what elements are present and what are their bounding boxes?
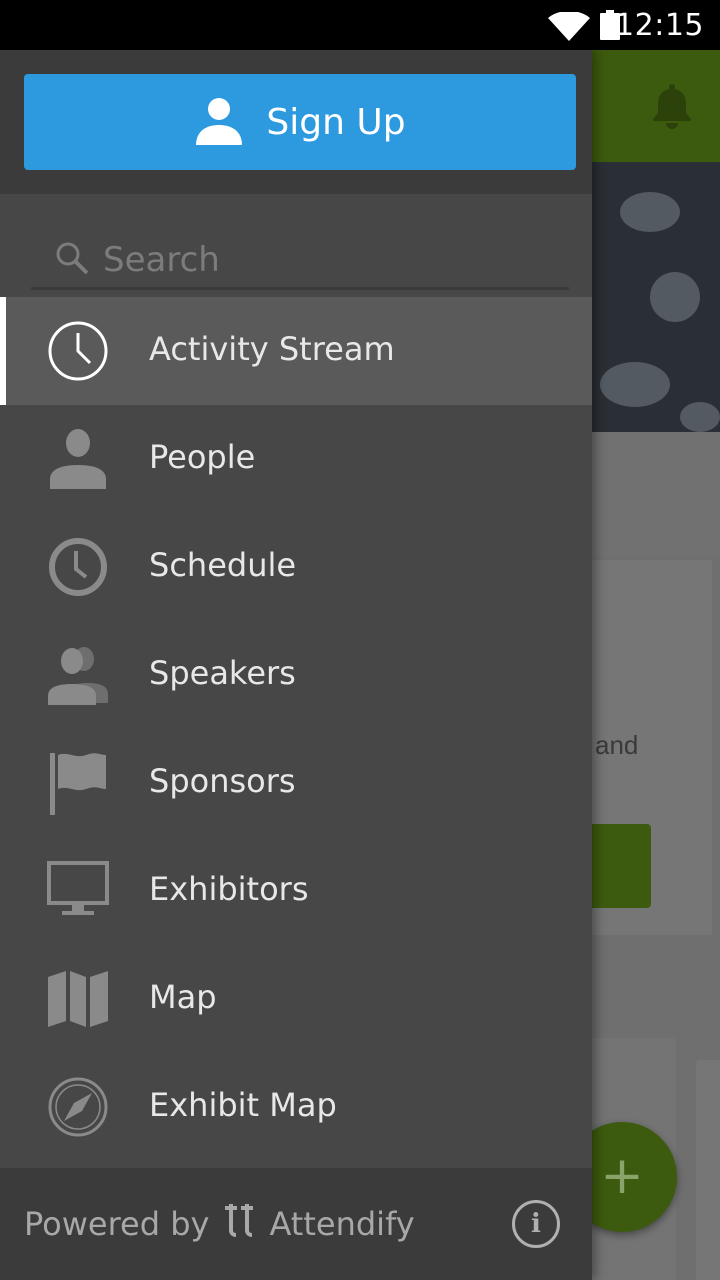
menu-label: Exhibitors — [149, 870, 309, 908]
sign-up-button[interactable]: Sign Up — [24, 74, 576, 170]
search-icon — [55, 241, 89, 279]
wifi-icon — [548, 11, 590, 46]
menu-item-exhibit-map[interactable]: Exhibit Map — [0, 1053, 592, 1161]
menu-item-exhibitors[interactable]: Exhibitors — [0, 837, 592, 945]
status-bar: 12:15 — [0, 0, 720, 50]
content-card-tertiary — [696, 1060, 720, 1280]
speakers-icon — [46, 643, 110, 707]
menu-item-speakers[interactable]: Speakers — [0, 621, 592, 729]
navigation-drawer: Sign Up Activity Stream People — [0, 50, 592, 1280]
powered-by-text: Powered by — [24, 1205, 210, 1243]
menu-item-map[interactable]: Map — [0, 945, 592, 1053]
menu-label: Speakers — [149, 654, 296, 692]
flag-icon — [46, 751, 110, 815]
search-input[interactable] — [103, 239, 543, 280]
menu-item-activity-stream[interactable]: Activity Stream — [0, 297, 592, 405]
notification-bell-icon[interactable] — [646, 80, 698, 136]
menu-item-people[interactable]: People — [0, 405, 592, 513]
menu-label: Exhibit Map — [149, 1086, 337, 1124]
powered-by-attendify[interactable]: Powered by Attendify — [24, 1202, 415, 1246]
compass-icon — [46, 1075, 110, 1139]
menu-label: People — [149, 438, 256, 476]
activity-clock-icon — [46, 319, 110, 383]
attendify-logo-icon — [221, 1202, 257, 1246]
menu-label: Map — [149, 978, 217, 1016]
sign-up-label: Sign Up — [266, 101, 406, 143]
menu-item-schedule[interactable]: Schedule — [0, 513, 592, 621]
menu-item-sponsors[interactable]: Sponsors — [0, 729, 592, 837]
drawer-menu: Activity Stream People Schedule Speakers… — [0, 297, 592, 1161]
menu-label: Activity Stream — [149, 330, 395, 368]
user-icon — [194, 95, 244, 149]
drawer-footer: Powered by Attendify i — [0, 1168, 592, 1280]
brand-name: Attendify — [269, 1205, 415, 1243]
clock-time: 12:15 — [615, 8, 704, 43]
card-partial-text: and — [595, 730, 639, 760]
map-icon — [46, 967, 110, 1031]
person-icon — [46, 427, 110, 491]
menu-label: Sponsors — [149, 762, 296, 800]
menu-label: Schedule — [149, 546, 297, 584]
search-field[interactable] — [31, 232, 569, 290]
drawer-header: Sign Up — [0, 50, 592, 194]
clock-icon — [46, 535, 110, 599]
search-section — [0, 194, 592, 298]
info-button[interactable]: i — [512, 1200, 560, 1248]
monitor-icon — [46, 859, 110, 923]
